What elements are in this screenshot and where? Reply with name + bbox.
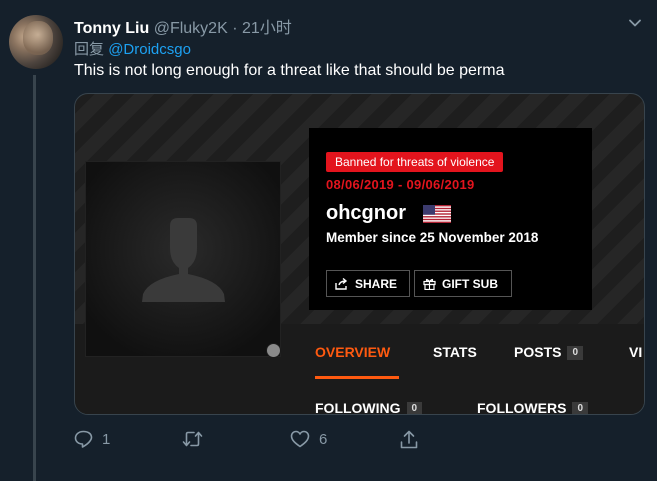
share-icon	[335, 277, 348, 290]
tab-posts-label: POSTS	[514, 344, 562, 360]
tab-posts[interactable]: POSTS 0	[514, 344, 584, 361]
reply-count: 1	[102, 430, 111, 448]
reply-prefix: 回复	[74, 41, 105, 58]
following-label: FOLLOWING	[315, 400, 401, 415]
profile-info-box: Banned for threats of violence 08/06/201…	[309, 128, 592, 310]
active-tab-underline	[315, 376, 399, 379]
ban-dates: 08/06/2019 - 09/06/2019	[326, 177, 475, 192]
like-count: 6	[319, 430, 328, 448]
avatar[interactable]	[9, 15, 63, 69]
share-tweet-button[interactable]	[400, 430, 418, 449]
share-button[interactable]: SHARE	[326, 270, 410, 297]
default-avatar-icon	[86, 162, 280, 356]
author-handle[interactable]: @Fluky2K	[154, 20, 228, 37]
following-count-badge: 0	[406, 402, 423, 414]
tab-overview[interactable]: OVERVIEW	[315, 344, 390, 360]
tab-stats-label: STATS	[433, 344, 477, 360]
reply-button[interactable]: 1	[74, 430, 110, 448]
tab-videos-label: VI	[629, 344, 643, 360]
followers-count-badge: 0	[572, 402, 588, 414]
gift-label: GIFT SUB	[442, 276, 498, 291]
like-icon	[290, 430, 310, 448]
tweet-text: This is not long enough for a threat lik…	[74, 62, 505, 79]
tab-stats[interactable]: STATS	[433, 344, 477, 360]
author-name[interactable]: Tonny Liu	[74, 20, 149, 37]
tweet-actions: 1 6	[74, 430, 634, 454]
profile-username: ohcgnor	[326, 202, 406, 224]
reply-context: 回复 @Droidcsgo	[74, 38, 191, 59]
us-flag-icon	[423, 205, 451, 223]
media-card[interactable]: Banned for threats of violence 08/06/201…	[74, 93, 645, 415]
reply-mention-link[interactable]: @Droidcsgo	[108, 41, 191, 58]
gift-icon	[423, 278, 436, 290]
tweet-time[interactable]: 21小时	[242, 20, 292, 37]
status-indicator	[266, 343, 281, 358]
like-button[interactable]: 6	[290, 430, 327, 448]
posts-count-badge: 0	[567, 346, 584, 361]
tab-videos[interactable]: VI	[629, 344, 642, 360]
upload-icon	[400, 430, 418, 449]
tweet-header: Tonny Liu @Fluky2K · 21小时	[74, 14, 292, 38]
ban-badge: Banned for threats of violence	[326, 152, 504, 172]
following-link[interactable]: FOLLOWING 0	[315, 400, 423, 415]
chevron-down-icon[interactable]	[627, 15, 643, 31]
member-since: Member since 25 November 2018	[326, 230, 539, 245]
tab-overview-label: OVERVIEW	[315, 344, 391, 360]
retweet-button[interactable]	[182, 430, 212, 448]
thread-line	[33, 75, 36, 481]
separator-dot: ·	[232, 20, 238, 37]
followers-link[interactable]: FOLLOWERS 0	[477, 400, 588, 415]
profile-picture	[86, 162, 280, 356]
followers-label: FOLLOWERS	[477, 400, 567, 415]
share-label: SHARE	[355, 276, 398, 291]
gift-sub-button[interactable]: GIFT SUB	[414, 270, 512, 297]
retweet-icon	[182, 431, 203, 447]
reply-icon	[74, 430, 93, 448]
